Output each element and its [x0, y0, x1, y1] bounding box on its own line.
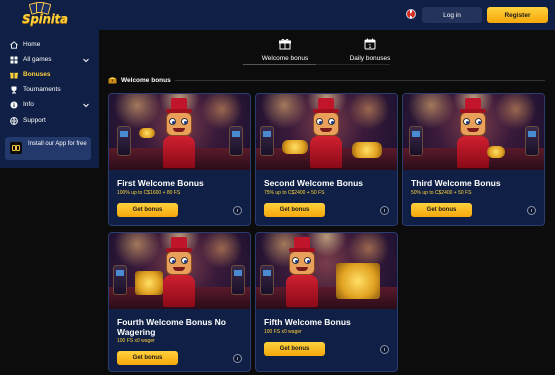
info-icon[interactable]	[527, 206, 536, 215]
top-header: Spinita Log in Register	[0, 0, 555, 30]
get-bonus-button[interactable]: Get bonus	[411, 203, 472, 217]
bonus-card-subtitle: 75% up to C$2400 + 50 FS	[264, 190, 325, 196]
sidebar-item-info[interactable]: Info	[0, 98, 99, 112]
sidebar-item-label: Bonuses	[23, 71, 51, 78]
bonus-card-first[interactable]: First Welcome Bonus 100% up to C$1600 + …	[108, 93, 251, 226]
info-icon[interactable]	[233, 354, 242, 363]
section-title: Welcome bonus	[121, 77, 171, 84]
sidebar-item-label: Info	[23, 101, 34, 108]
app-icon	[10, 142, 22, 154]
bonus-card-image	[403, 94, 544, 170]
install-app-text: Install our App for free	[28, 141, 87, 147]
sidebar-item-label: All games	[23, 56, 52, 63]
bonus-card-title: Fifth Welcome Bonus	[264, 317, 351, 327]
install-app-banner[interactable]: Install our App for free	[5, 137, 91, 160]
tab-active-indicator	[243, 64, 316, 65]
info-icon[interactable]	[380, 345, 389, 354]
bonus-card-title: Second Welcome Bonus	[264, 178, 364, 188]
home-icon	[10, 41, 18, 49]
sidebar-item-all-games[interactable]: All games	[0, 53, 99, 67]
bonus-card-second[interactable]: Second Welcome Bonus 75% up to C$2400 + …	[255, 93, 398, 226]
bonus-card-subtitle: 100% up to C$1600 + 80 FS	[117, 190, 181, 196]
bonus-card-image	[109, 233, 250, 309]
sidebar-item-home[interactable]: Home	[0, 38, 99, 52]
get-bonus-button[interactable]: Get bonus	[264, 203, 325, 217]
chevron-down-icon	[83, 103, 89, 108]
bonus-card-image	[109, 94, 250, 170]
treasure-chest-icon	[108, 77, 117, 84]
sidebar-item-support[interactable]: Support	[0, 114, 99, 128]
get-bonus-button[interactable]: Get bonus	[117, 351, 178, 365]
gift-box-icon	[279, 38, 291, 50]
sidebar-item-label: Home	[23, 41, 41, 48]
login-button[interactable]: Log in	[422, 7, 482, 23]
trophy-icon	[11, 86, 17, 94]
bonus-card-subtitle: 100 FS x0 wager	[264, 329, 302, 335]
calendar-icon: 1	[364, 38, 376, 50]
get-bonus-button[interactable]: Get bonus	[117, 203, 178, 217]
sidebar-item-label: Tournaments	[23, 86, 61, 93]
sidebar-item-label: Support	[23, 117, 46, 124]
info-icon[interactable]	[233, 206, 242, 215]
tab-label: Daily bonuses	[349, 55, 391, 62]
bonus-card-title: Third Welcome Bonus	[411, 178, 501, 188]
tab-daily-bonuses[interactable]: 1 Daily bonuses	[335, 38, 405, 66]
sidebar-item-tournaments[interactable]: Tournaments	[0, 83, 99, 97]
spinita-logo[interactable]: Spinita	[22, 2, 68, 27]
chevron-down-icon	[83, 58, 89, 63]
logo-text: Spinita	[22, 12, 68, 26]
grid-icon	[10, 56, 18, 64]
globe-icon	[10, 117, 18, 125]
info-icon[interactable]	[380, 206, 389, 215]
tab-welcome-bonus[interactable]: Welcome bonus	[250, 38, 320, 66]
info-icon	[10, 101, 18, 109]
register-button[interactable]: Register	[487, 7, 548, 23]
sidebar-item-bonuses[interactable]: Bonuses	[0, 68, 99, 82]
tab-label: Welcome bonus	[261, 55, 309, 62]
bonus-card-third[interactable]: Third Welcome Bonus 50% up to C$2400 + 5…	[402, 93, 545, 226]
bonus-card-subtitle: 100 FS x0 wager	[117, 338, 155, 344]
bonus-card-fourth[interactable]: Fourth Welcome Bonus No Wagering 100 FS …	[108, 232, 251, 372]
bonus-card-fifth[interactable]: Fifth Welcome Bonus 100 FS x0 wager Get …	[255, 232, 398, 372]
bonus-card-subtitle: 50% up to C$2400 + 50 FS	[411, 190, 472, 196]
get-bonus-button[interactable]: Get bonus	[264, 342, 325, 356]
bonus-card-title: Fourth Welcome Bonus No Wagering	[117, 317, 226, 337]
gift-icon	[10, 72, 18, 79]
canada-flag-icon[interactable]	[406, 9, 416, 19]
svg-text:1: 1	[368, 44, 371, 50]
bonus-card-image	[256, 94, 397, 170]
bonus-card-title: First Welcome Bonus	[117, 178, 204, 188]
bonus-card-image	[256, 233, 397, 309]
section-divider	[175, 80, 545, 81]
